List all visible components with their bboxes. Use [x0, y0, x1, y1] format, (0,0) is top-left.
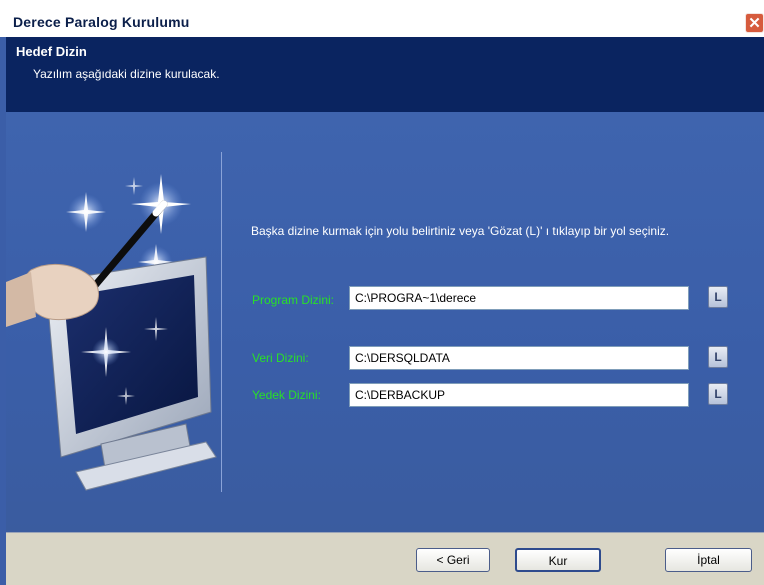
- back-button-label: < Geri: [436, 553, 470, 567]
- vertical-divider: [221, 152, 222, 492]
- program-dir-browse-button[interactable]: L: [708, 286, 728, 308]
- wizard-header: Hedef Dizin Yazılım aşağıdaki dizine kur…: [6, 37, 764, 113]
- cancel-button[interactable]: İptal: [665, 548, 752, 572]
- close-button[interactable]: ✕: [745, 13, 764, 33]
- data-dir-input[interactable]: [349, 346, 689, 370]
- browse-icon: L: [714, 290, 722, 304]
- instruction-text: Başka dizine kurmak için yolu belirtiniz…: [251, 224, 670, 238]
- data-dir-browse-button[interactable]: L: [708, 346, 728, 368]
- page-subtitle: Yazılım aşağıdaki dizine kurulacak.: [33, 67, 220, 81]
- close-icon: ✕: [748, 15, 761, 32]
- back-button[interactable]: < Geri: [416, 548, 490, 572]
- browse-icon: L: [714, 350, 722, 364]
- browse-icon: L: [714, 387, 722, 401]
- backup-dir-browse-button[interactable]: L: [708, 383, 728, 405]
- title-bar[interactable]: Derece Paralog Kurulumu ✕: [0, 0, 764, 37]
- wizard-content: Başka dizine kurmak için yolu belirtiniz…: [6, 112, 764, 532]
- install-button[interactable]: Kur: [515, 548, 601, 572]
- backup-dir-input[interactable]: [349, 383, 689, 407]
- program-dir-input[interactable]: [349, 286, 689, 310]
- program-dir-label: Program Dizini:: [252, 293, 335, 307]
- cancel-button-label: İptal: [697, 553, 720, 567]
- window-title: Derece Paralog Kurulumu: [13, 14, 190, 30]
- installer-window: Derece Paralog Kurulumu ✕ Hedef Dizin Ya…: [0, 0, 764, 585]
- wizard-wand-illustration: [6, 174, 217, 491]
- data-dir-label: Veri Dizini:: [252, 351, 309, 365]
- page-title: Hedef Dizin: [16, 44, 87, 59]
- backup-dir-label: Yedek Dizini:: [252, 388, 321, 402]
- install-button-label: Kur: [548, 554, 568, 568]
- wizard-footer: < Geri Kur İptal: [6, 532, 764, 585]
